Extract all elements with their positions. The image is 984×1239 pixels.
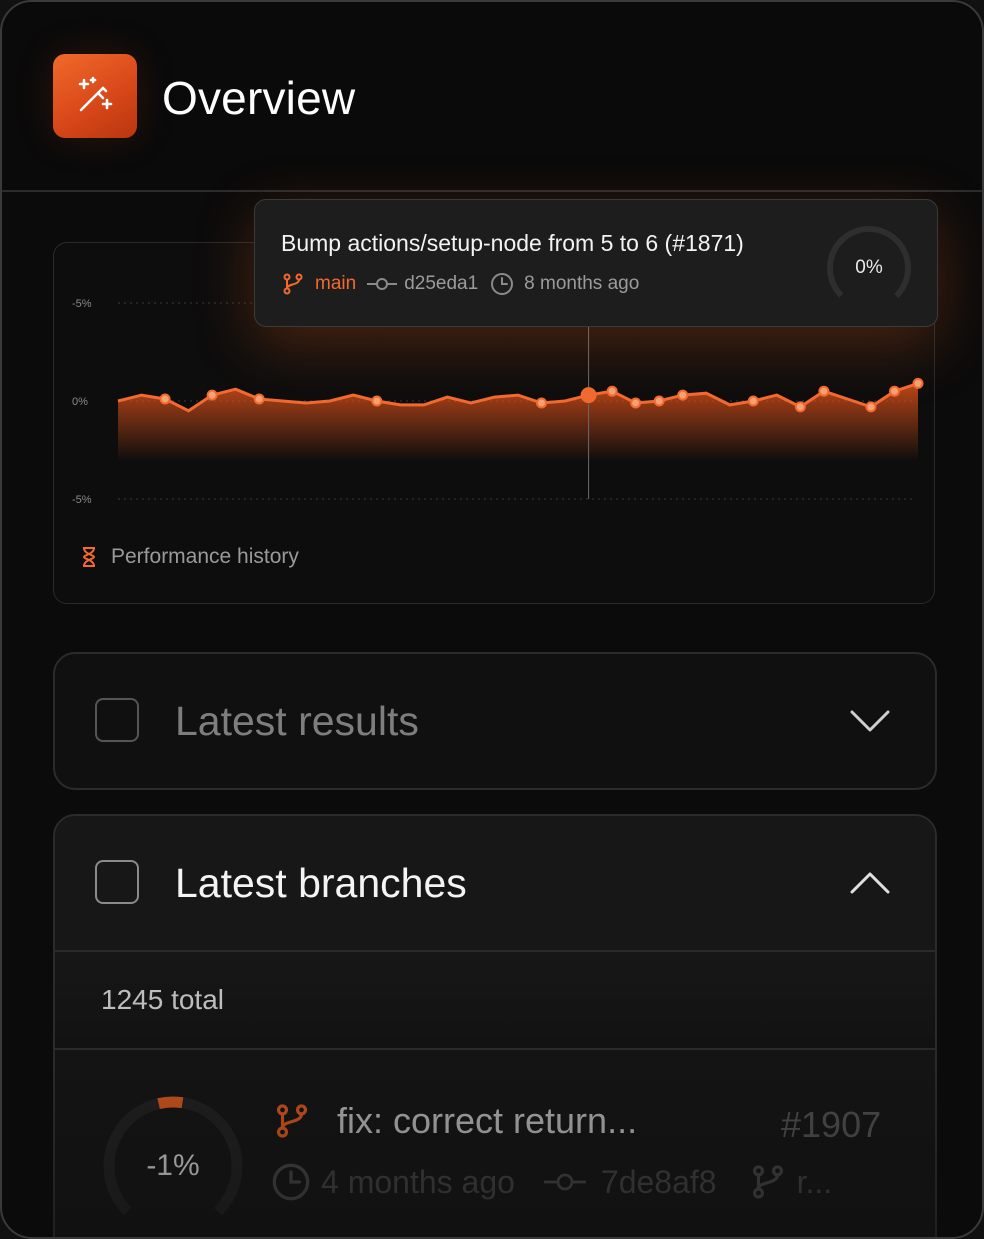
chart-point <box>206 389 218 401</box>
git-branch-icon <box>752 1165 783 1199</box>
page-header: Overview <box>2 2 982 192</box>
latest-results-title: Latest results <box>175 698 419 744</box>
y-tick-label: -5% <box>72 494 92 506</box>
tooltip-change-value: 0% <box>855 257 883 278</box>
page-title: Overview <box>162 72 356 124</box>
tooltip-commit[interactable]: d25eda1 <box>404 273 478 295</box>
chart-point <box>794 401 806 413</box>
git-commit-icon <box>367 278 398 290</box>
tooltip-time: 8 months ago <box>524 273 640 294</box>
chart-point <box>159 393 171 405</box>
y-tick-label: -5% <box>72 298 92 310</box>
chart-point <box>912 377 924 389</box>
chart-point <box>536 397 548 409</box>
branch-pr-number[interactable]: #1907 <box>781 1104 881 1146</box>
y-tick-label: 0% <box>72 396 88 408</box>
tooltip-title: Bump actions/setup-node from 5 to 6 (#18… <box>281 230 744 256</box>
clock-icon <box>491 273 514 295</box>
performance-history-text: Performance history <box>111 545 299 568</box>
branch-name[interactable]: r... <box>797 1164 833 1201</box>
git-commit-icon <box>543 1173 586 1191</box>
chart-point-highlighted <box>580 387 597 404</box>
latest-results-checkbox[interactable] <box>95 698 139 742</box>
git-branch-icon <box>283 273 303 295</box>
chart-point <box>653 395 665 407</box>
chart-point <box>677 389 689 401</box>
magic-wand-icon <box>78 76 113 112</box>
latest-branches-panel: Latest branches 1245 total -1% fix: corr… <box>53 814 937 1237</box>
branch-commit[interactable]: 7de8af8 <box>601 1164 717 1201</box>
hourglass-icon <box>83 547 95 567</box>
chart-point <box>865 401 877 413</box>
branches-total: 1245 total <box>101 984 224 1015</box>
chart-point <box>630 397 642 409</box>
chevron-down-icon[interactable] <box>847 698 893 744</box>
branch-time: 4 months ago <box>321 1163 515 1200</box>
branch-meta: 4 months ago 7de8af8 r... <box>271 1162 832 1202</box>
latest-branches-title: Latest branches <box>175 860 467 906</box>
clock-icon <box>272 1163 310 1201</box>
branch-title-text[interactable]: fix: correct return... <box>337 1100 637 1142</box>
branch-change-value: -1% <box>146 1149 200 1182</box>
chart-point <box>818 385 830 397</box>
chart-point <box>888 385 900 397</box>
chart-point <box>606 385 618 397</box>
latest-branches-checkbox[interactable] <box>95 860 139 904</box>
branches-total-row: 1245 total <box>55 952 935 1050</box>
branch-row[interactable]: -1% fix: correct return... #1907 4 month… <box>55 1050 935 1237</box>
branch-title: fix: correct return... <box>273 1100 637 1142</box>
latest-results-header[interactable]: Latest results <box>55 654 935 788</box>
latest-results-panel: Latest results <box>53 652 937 790</box>
app-logo[interactable] <box>53 54 137 138</box>
performance-history-label: Performance history <box>81 545 299 569</box>
git-branch-icon <box>276 1104 308 1138</box>
chart-point <box>371 395 383 407</box>
app-frame: Overview -5% 0% -5% Performance history <box>0 0 984 1239</box>
chevron-up-icon[interactable] <box>847 860 893 906</box>
tooltip-meta: main d25eda1 8 months ago <box>281 272 639 296</box>
chart-point <box>747 395 759 407</box>
tooltip-branch[interactable]: main <box>315 273 356 295</box>
latest-branches-header[interactable]: Latest branches <box>55 816 935 952</box>
chart-point <box>253 393 265 405</box>
commit-tooltip: Bump actions/setup-node from 5 to 6 (#18… <box>254 199 938 327</box>
